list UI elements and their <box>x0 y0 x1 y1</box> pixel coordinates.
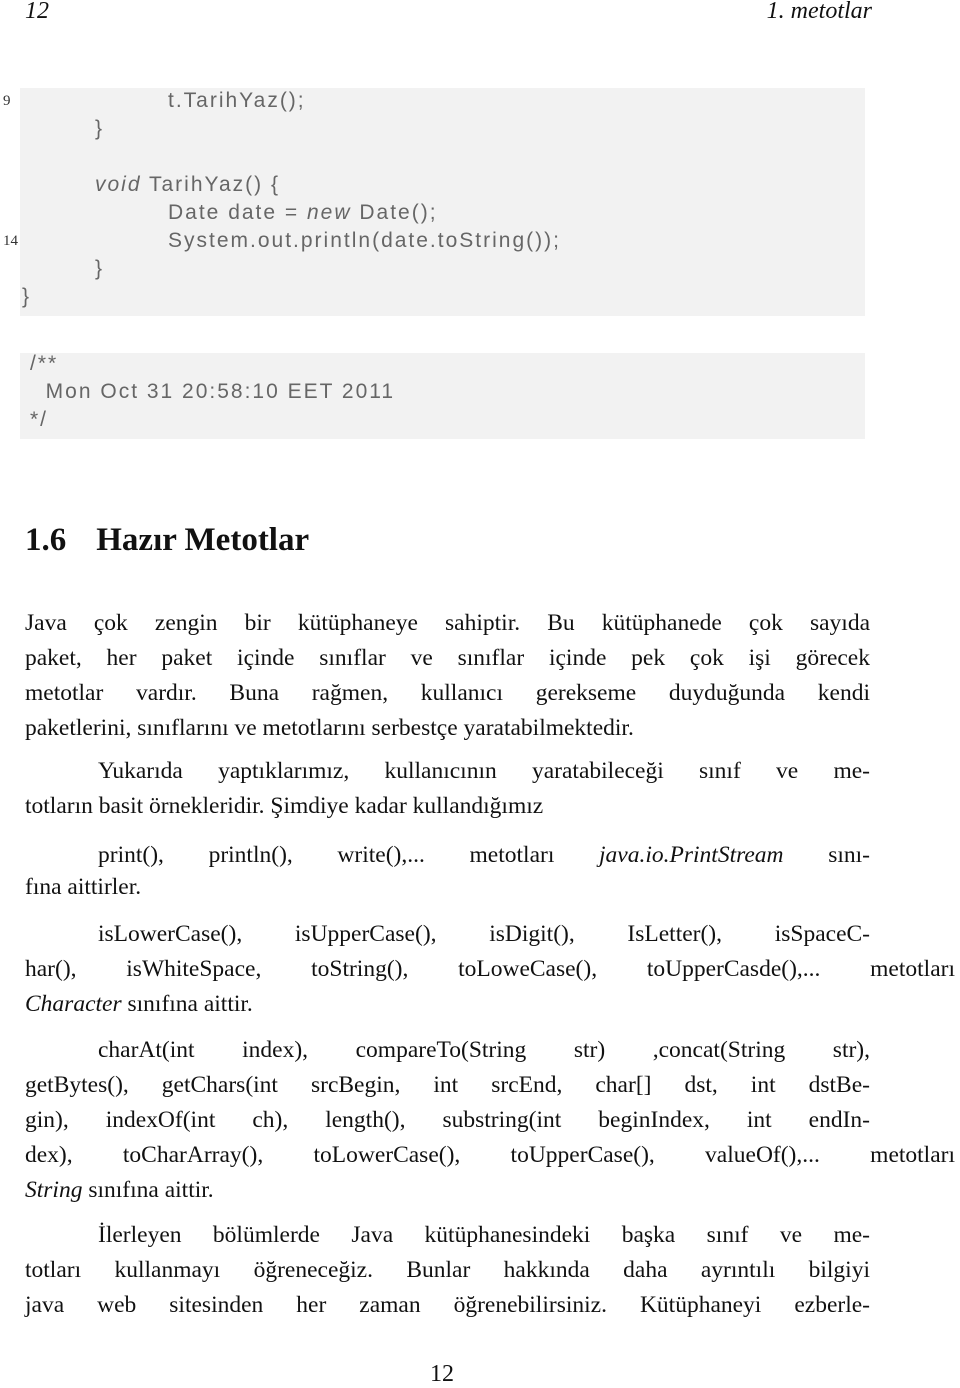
code-line: t.TarihYaz(); <box>168 89 306 112</box>
text-run: gin), indexOf(int ch), length(), substri… <box>25 1107 870 1133</box>
paragraph-line: Character sınıfına aittir. <box>25 989 870 1019</box>
code-block <box>20 88 865 316</box>
text-run: sınıfına aittir. <box>82 1177 214 1203</box>
code-line: Date date = new Date(); <box>168 201 438 225</box>
code-line: } <box>95 117 105 140</box>
code-line: } <box>22 285 32 308</box>
text-run: getBytes(), getChars(int srcBegin, int s… <box>25 1072 870 1098</box>
code-line: void TarihYaz() { <box>95 173 280 197</box>
paragraph-line: totları kullanmayı öğreneceğiz. Bunlar h… <box>25 1255 870 1285</box>
text-run: har(), isWhiteSpace, toString(), toLoweC… <box>25 956 955 982</box>
text-run: charAt(int index), compareTo(String str)… <box>98 1037 870 1063</box>
paragraph-line: Java çok zengin bir kütüphaneye sahiptir… <box>25 608 870 638</box>
code-line: } <box>95 257 105 280</box>
line-number: 14 <box>3 233 18 249</box>
paragraph-line: paket, her paket içinde sınıflar ve sını… <box>25 643 870 673</box>
paragraph-line: totların basit örnekleridir. Şimdiye kad… <box>25 791 870 821</box>
paragraph-line: charAt(int index), compareTo(String str)… <box>98 1035 870 1065</box>
paragraph-line: Yukarıda yaptıklarımız, kullanıcının yar… <box>98 756 870 786</box>
text-run: totların basit örnekleridir. Şimdiye kad… <box>25 793 544 819</box>
output-line: */ <box>30 408 49 431</box>
header-page-number: 12 <box>25 0 49 24</box>
text-run: java web sitesinden her zaman öğrenebili… <box>25 1292 870 1318</box>
section-title: Hazır Metotlar <box>96 522 310 558</box>
text-run: dex), toCharArray(), toLowerCase(), toUp… <box>25 1142 955 1168</box>
text-run: paket, her paket içinde sınıflar ve sını… <box>25 645 870 671</box>
emphasis-text: java.io.PrintStream <box>599 842 784 868</box>
text-run: sınıfına aittir. <box>121 991 253 1017</box>
paragraph-line: gin), indexOf(int ch), length(), substri… <box>25 1105 870 1135</box>
paragraph-line: İlerleyen bölümlerde Java kütüphanesinde… <box>98 1220 870 1250</box>
paragraph-line: har(), isWhiteSpace, toString(), toLoweC… <box>25 954 955 984</box>
emphasis-text: String <box>25 1177 83 1203</box>
paragraph-line: paketlerini, sınıflarını ve metotlarını … <box>25 713 870 743</box>
paragraph-line: fına aittirler. <box>25 872 870 902</box>
output-line: Mon Oct 31 20:58:10 EET 2011 <box>30 380 396 403</box>
header-chapter-title: 1. metotlar <box>766 0 872 24</box>
paragraph-line: metotlar vardır. Buna rağmen, kullanıcı … <box>25 678 870 708</box>
text-run: fına aittirler. <box>25 874 142 900</box>
footer-page-number: 12 <box>430 1361 454 1387</box>
section-heading: 1.6 Hazır Metotlar <box>25 522 309 559</box>
code-line: System.out.println(date.toString()); <box>168 229 561 252</box>
text-run: totları kullanmayı öğreneceğiz. Bunlar h… <box>25 1257 870 1283</box>
code-keyword: new <box>307 201 352 224</box>
text-run: metotlar vardır. Buna rağmen, kullanıcı … <box>25 680 870 706</box>
paragraph-line: java web sitesinden her zaman öğrenebili… <box>25 1290 870 1320</box>
text-run: Yukarıda yaptıklarımız, kullanıcının yar… <box>98 758 870 784</box>
text-run: isLowerCase(), isUpperCase(), isDigit(),… <box>98 921 870 947</box>
paragraph-line: print(), println(), write(),... metotlar… <box>98 840 870 870</box>
section-number: 1.6 <box>25 522 67 558</box>
paragraph-line: isLowerCase(), isUpperCase(), isDigit(),… <box>98 919 870 949</box>
line-number: 9 <box>3 93 11 109</box>
code-text: TarihYaz() { <box>141 173 280 196</box>
text-run: İlerleyen bölümlerde Java kütüphanesinde… <box>98 1222 870 1248</box>
code-keyword: void <box>95 173 142 196</box>
emphasis-text: Character <box>25 991 122 1017</box>
paragraph-line: getBytes(), getChars(int srcBegin, int s… <box>25 1070 870 1100</box>
text-run: print(), println(), write(),... metotlar… <box>98 842 600 868</box>
output-line: /** <box>30 352 59 375</box>
text-run: paketlerini, sınıflarını ve metotlarını … <box>25 715 634 741</box>
paragraph-line: String sınıfına aittir. <box>25 1175 870 1205</box>
paragraph-line: dex), toCharArray(), toLowerCase(), toUp… <box>25 1140 955 1170</box>
text-run: Java çok zengin bir kütüphaneye sahiptir… <box>25 610 870 636</box>
code-text: Date date = <box>168 201 307 224</box>
text-run: sını- <box>783 842 870 868</box>
code-text: Date(); <box>351 201 438 224</box>
